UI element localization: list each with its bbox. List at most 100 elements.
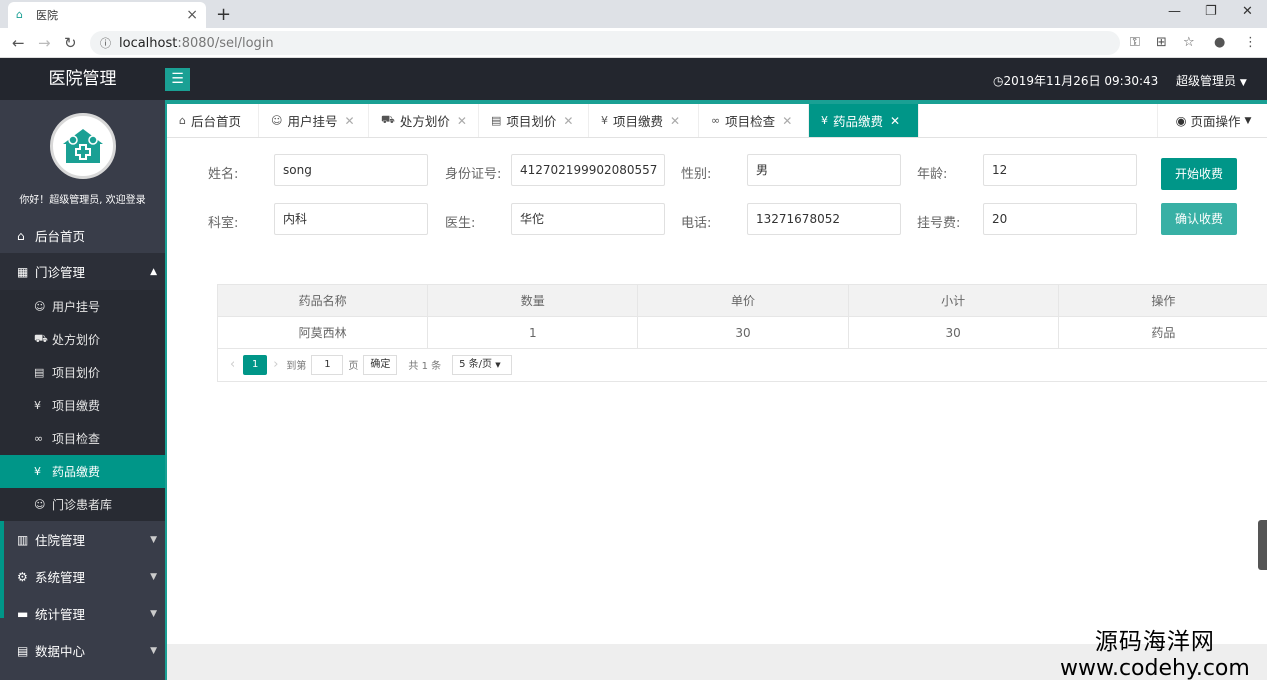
datetime-text: 2019年11月26日 09:30:43	[1003, 74, 1158, 88]
sidebar-group-stats[interactable]: ▬ 统计管理 ▼	[0, 595, 165, 632]
new-tab-icon[interactable]: +	[216, 4, 231, 25]
name-field[interactable]: song	[274, 154, 428, 186]
menu-toggle-icon[interactable]: ☰	[165, 68, 190, 91]
sidebar-item-registration[interactable]: ☺用户挂号	[0, 290, 165, 323]
page-button-current[interactable]: 1	[243, 355, 267, 375]
page-size-value: 5 条/页	[459, 359, 492, 370]
document-icon: ▤	[17, 644, 31, 658]
sidebar-item-project-payment[interactable]: ¥项目缴费	[0, 389, 165, 422]
close-icon[interactable]: ✕	[344, 114, 354, 128]
sidebar-item-home[interactable]: ⌂ 后台首页	[0, 217, 165, 254]
back-icon[interactable]: ←	[12, 34, 25, 52]
close-tab-icon[interactable]: ×	[186, 7, 198, 23]
tab-project-pricing[interactable]: ▤项目划价✕	[479, 104, 589, 137]
key-icon[interactable]: ⚿	[1130, 35, 1140, 50]
close-icon[interactable]: ✕	[670, 114, 680, 128]
fee-field[interactable]: 20	[983, 203, 1137, 235]
sidebar-group-system[interactable]: ⚙ 系统管理 ▼	[0, 558, 165, 595]
start-charge-button[interactable]: 开始收费	[1161, 158, 1237, 190]
browser-tab[interactable]: ⌂ 医院 ×	[8, 2, 206, 28]
more-menu-icon[interactable]: ⋮	[1244, 35, 1257, 50]
close-icon[interactable]: ✕	[890, 114, 900, 128]
drug-table: 药品名称 数量 单价 小计 操作 阿莫西林 1 30 30 药品	[217, 284, 1267, 349]
sidebar-item-label: 项目检查	[52, 430, 100, 447]
total-count: 共 1 条	[408, 357, 441, 372]
hospital-favicon-icon: ⌂	[16, 8, 30, 22]
sidebar-item-label: 处方划价	[52, 331, 100, 348]
table-row[interactable]: 阿莫西林 1 30 30 药品	[218, 317, 1267, 349]
user-menu[interactable]: 超级管理员 ▼	[1176, 72, 1247, 89]
sidebar-item-project-check[interactable]: ∞项目检查	[0, 422, 165, 455]
next-page-icon[interactable]: ›	[273, 357, 278, 372]
id-number-field[interactable]: 412702199902080557	[511, 154, 665, 186]
user-icon: ☺	[34, 300, 48, 313]
sidebar-item-patient-db[interactable]: ☺门诊患者库	[0, 488, 165, 521]
bookmark-star-icon[interactable]: ☆	[1183, 35, 1195, 50]
sidebar-item-label: 数据中心	[35, 641, 85, 660]
age-label: 年龄:	[917, 163, 947, 182]
chevron-down-icon: ▼	[150, 609, 157, 619]
close-icon[interactable]: ✕	[457, 114, 467, 128]
tab-label: 用户挂号	[287, 111, 337, 130]
tab-label: 项目检查	[725, 111, 775, 130]
tab-project-payment[interactable]: ¥项目缴费✕	[589, 104, 699, 137]
age-field[interactable]: 12	[983, 154, 1137, 186]
id-label: 身份证号:	[445, 163, 501, 182]
sidebar-group-outpatient[interactable]: ▦ 门诊管理 ▲	[0, 253, 165, 290]
goto-label: 到第	[286, 357, 306, 372]
translate-icon[interactable]: ⊞	[1156, 35, 1167, 50]
sidebar-item-label: 门诊管理	[35, 262, 85, 281]
sidebar-group-inpatient[interactable]: ▥ 住院管理 ▼	[0, 521, 165, 558]
sidebar-item-label: 门诊患者库	[52, 496, 112, 513]
chevron-up-icon: ▲	[150, 267, 157, 277]
fee-label: 挂号费:	[917, 212, 960, 231]
forward-icon[interactable]: →	[38, 34, 51, 52]
building-icon: ▥	[17, 533, 31, 547]
sidebar-group-data[interactable]: ▤ 数据中心 ▼	[0, 632, 165, 669]
reload-icon[interactable]: ↻	[64, 34, 77, 52]
sidebar-item-prescription[interactable]: ⛟处方划价	[0, 323, 165, 356]
sidebar-item-drug-payment[interactable]: ¥药品缴费	[0, 455, 165, 488]
tab-home[interactable]: ⌂后台首页	[167, 104, 259, 137]
url-input[interactable]: ⓘ localhost:8080/sel/login	[90, 31, 1120, 55]
sidebar-item-project-pricing[interactable]: ▤项目划价	[0, 356, 165, 389]
phone-label: 电话:	[681, 212, 711, 231]
page-size-select[interactable]: 5 条/页 ▼	[452, 355, 512, 375]
col-quantity: 数量	[428, 285, 638, 317]
tab-project-check[interactable]: ∞项目检查✕	[699, 104, 809, 137]
yen-icon: ¥	[34, 399, 48, 412]
close-icon[interactable]: ✕	[782, 114, 792, 128]
page-operations-menu[interactable]: ◉页面操作▼	[1157, 104, 1267, 137]
close-icon[interactable]: ✕	[563, 114, 573, 128]
page-jump-confirm-button[interactable]: 确定	[363, 355, 397, 375]
tab-drug-payment[interactable]: ¥药品缴费✕	[809, 104, 919, 137]
url-path: :8080/sel/login	[177, 36, 273, 51]
prev-page-icon[interactable]: ‹	[230, 357, 235, 372]
confirm-charge-button[interactable]: 确认收费	[1161, 203, 1237, 235]
page-jump-input[interactable]: 1	[311, 355, 343, 375]
doctor-label: 医生:	[445, 212, 475, 231]
restore-icon[interactable]: ❐	[1205, 4, 1217, 19]
tab-prescription[interactable]: ⛟处方划价✕	[369, 104, 479, 137]
window-close-icon[interactable]: ✕	[1242, 4, 1253, 19]
gender-label: 性别:	[681, 163, 711, 182]
dept-field[interactable]: 内科	[274, 203, 428, 235]
tab-label: 项目缴费	[613, 111, 663, 130]
side-handle[interactable]	[1258, 520, 1267, 570]
app-header: 医院管理 ☰ ◷2019年11月26日 09:30:43 超级管理员 ▼	[0, 58, 1267, 100]
profile-icon[interactable]: ●	[1214, 35, 1225, 50]
page-ops-label: 页面操作	[1190, 111, 1240, 130]
app-brand: 医院管理	[0, 58, 165, 100]
tab-registration[interactable]: ☺用户挂号✕	[259, 104, 369, 137]
home-icon: ⌂	[179, 114, 186, 127]
chevron-down-icon: ▼	[1245, 116, 1252, 126]
chevron-down-icon: ▼	[150, 535, 157, 545]
gender-field[interactable]: 男	[747, 154, 901, 186]
tab-label: 处方划价	[400, 111, 450, 130]
doctor-field[interactable]: 华佗	[511, 203, 665, 235]
minimize-icon[interactable]: —	[1168, 4, 1181, 19]
sidebar-item-label: 项目划价	[52, 364, 100, 381]
watermark-line2: www.codehy.com	[1060, 656, 1250, 681]
sidebar-item-label: 系统管理	[35, 567, 85, 586]
phone-field[interactable]: 13271678052	[747, 203, 901, 235]
